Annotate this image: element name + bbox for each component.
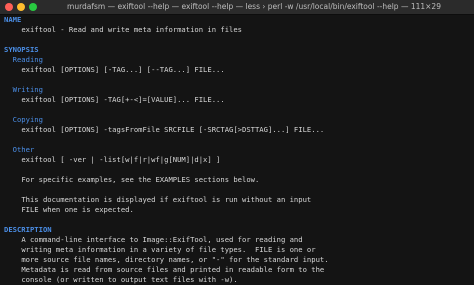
description-line-2: writing meta information in a variety of… <box>21 245 316 254</box>
reading-heading: Reading <box>12 55 43 64</box>
synopsis-heading: SYNOPSIS <box>4 45 39 54</box>
maximize-button[interactable] <box>29 3 37 11</box>
close-button[interactable] <box>5 3 13 11</box>
doc-note-line-1: This documentation is displayed if exift… <box>21 195 312 204</box>
copying-command: exiftool [OPTIONS] -tagsFromFile SRCFILE… <box>21 125 325 134</box>
minimize-button[interactable] <box>17 3 25 11</box>
other-command: exiftool [ -ver | -list[w|f|r|wf|g[NUM]|… <box>21 155 221 164</box>
reading-command: exiftool [OPTIONS] [-TAG...] [--TAG...] … <box>21 65 225 74</box>
window-controls <box>5 3 37 11</box>
description-line-4: Metadata is read from source files and p… <box>21 265 325 274</box>
examples-note: For specific examples, see the EXAMPLES … <box>21 175 260 184</box>
writing-heading: Writing <box>12 85 43 94</box>
window-title: murdafsm — exiftool --help — exiftool --… <box>67 2 441 11</box>
description-line-5: console (or written to output text files… <box>21 275 238 284</box>
name-line: exiftool - Read and write meta informati… <box>21 25 243 34</box>
description-line-1: A command-line interface to Image::ExifT… <box>21 235 303 244</box>
terminal-window: murdafsm — exiftool --help — exiftool --… <box>0 0 474 285</box>
name-heading: NAME <box>4 15 22 24</box>
description-line-3: more source file names, directory names,… <box>21 255 329 264</box>
copying-heading: Copying <box>12 115 43 124</box>
description-heading: DESCRIPTION <box>4 225 52 234</box>
title-bar: murdafsm — exiftool --help — exiftool --… <box>0 0 474 15</box>
doc-note-line-2: FILE when one is expected. <box>21 205 134 214</box>
other-heading: Other <box>12 145 35 154</box>
terminal-content[interactable]: NAME exiftool - Read and write meta info… <box>0 15 474 285</box>
writing-command: exiftool [OPTIONS] -TAG[+-<]=[VALUE]... … <box>21 95 225 104</box>
